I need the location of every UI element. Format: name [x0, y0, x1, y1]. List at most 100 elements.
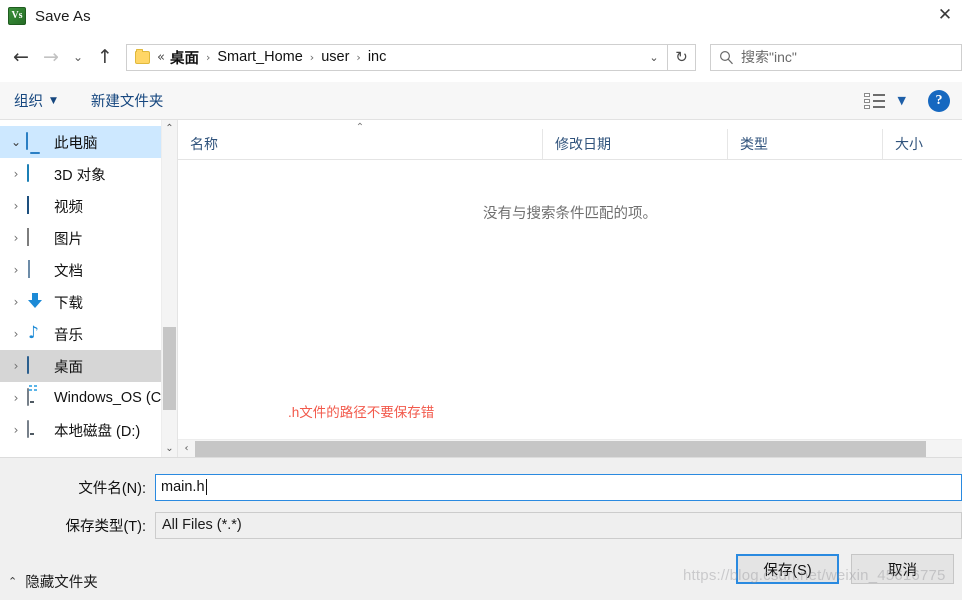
savetype-value: All Files (*.*) [162, 517, 242, 533]
filename-input[interactable]: main.h [155, 473, 962, 501]
organize-button[interactable]: 组织 ▼ [14, 90, 57, 111]
dialog-body: ⌄ 此电脑 › 3D 对象 › 视频 › 图片 › 文档 › 下载 › ♪ 音乐… [0, 120, 962, 457]
scroll-down-icon[interactable]: ⌄ [162, 440, 177, 457]
navigation-bar: ← → ⌄ ↑ « 桌面 › Smart_Home › user › inc ⌄… [0, 32, 962, 82]
breadcrumb-item-3[interactable]: inc [368, 49, 387, 65]
sidebar-item-music[interactable]: › ♪ 音乐 [0, 318, 177, 350]
breadcrumb-overflow-icon[interactable]: « [157, 50, 165, 65]
sidebar-item-label: 文档 [54, 263, 83, 280]
help-icon[interactable]: ? [928, 89, 950, 112]
savetype-select[interactable]: All Files (*.*) [155, 511, 962, 539]
chevron-right-icon[interactable]: › [6, 167, 26, 181]
breadcrumb-item-1[interactable]: Smart_Home [217, 49, 302, 65]
breadcrumb-separator[interactable]: › [206, 51, 210, 64]
address-bar[interactable]: « 桌面 › Smart_Home › user › inc ⌄ [126, 43, 668, 71]
folder-icon [135, 48, 150, 64]
view-dropdown-icon[interactable]: ▼ [898, 94, 906, 107]
file-list-horizontal-scrollbar[interactable]: ‹ [178, 439, 962, 457]
organize-label: 组织 [14, 94, 43, 110]
close-icon[interactable]: ✕ [922, 0, 962, 30]
hide-folders-label: 隐藏文件夹 [25, 574, 98, 591]
search-input[interactable]: 搜索"inc" [710, 43, 962, 71]
chevron-right-icon[interactable]: › [6, 359, 26, 373]
documents-icon [26, 260, 46, 279]
file-list-body[interactable]: 没有与搜索条件匹配的项。 .h文件的路径不要保存错 [178, 160, 962, 439]
search-placeholder: 搜索"inc" [741, 49, 797, 65]
column-header-name[interactable]: ⌃ 名称 [178, 122, 542, 159]
sidebar-item-label: 桌面 [54, 359, 83, 376]
music-icon: ♪ [28, 323, 39, 343]
empty-state-message: 没有与搜索条件匹配的项。 [483, 206, 657, 222]
sidebar-item-windows-os[interactable]: › Windows_OS (C:) [0, 382, 177, 414]
column-header-label: 类型 [740, 136, 768, 152]
sidebar-item-downloads[interactable]: › 下载 [0, 286, 177, 318]
sort-ascending-icon: ⌃ [355, 122, 365, 133]
chevron-right-icon[interactable]: › [6, 231, 26, 245]
chevron-right-icon[interactable]: › [6, 391, 26, 405]
scroll-up-icon[interactable]: ⌃ [162, 120, 177, 137]
chevron-right-icon[interactable]: › [6, 199, 26, 213]
sidebar-item-videos[interactable]: › 视频 [0, 190, 177, 222]
sidebar-scrollbar[interactable]: ⌃ ⌄ [161, 120, 177, 457]
filename-value: main.h [161, 479, 205, 495]
up-button[interactable]: ↑ [90, 41, 120, 73]
breadcrumb-separator[interactable]: › [356, 51, 360, 64]
filename-label: 文件名(N): [78, 480, 146, 497]
videos-icon [26, 196, 46, 215]
computer-icon [26, 132, 46, 151]
sidebar-item-documents[interactable]: › 文档 [0, 254, 177, 286]
column-header-label: 大小 [895, 136, 923, 152]
new-folder-button[interactable]: 新建文件夹 [91, 90, 164, 111]
sidebar-item-label: 视频 [54, 199, 83, 216]
scrollbar-thumb[interactable] [163, 327, 176, 410]
title-bar: Save As ✕ [0, 0, 962, 32]
sidebar-item-label: 下载 [54, 295, 83, 312]
navigation-pane: ⌄ 此电脑 › 3D 对象 › 视频 › 图片 › 文档 › 下载 › ♪ 音乐… [0, 120, 177, 457]
sidebar-item-label: 图片 [54, 231, 83, 248]
sidebar-item-local-disk-d[interactable]: › 本地磁盘 (D:) [0, 414, 177, 446]
toolbar: 组织 ▼ 新建文件夹 ▼ ? [0, 82, 962, 120]
forward-button[interactable]: → [36, 41, 66, 73]
column-header-type[interactable]: 类型 [727, 129, 882, 159]
dialog-title: Save As [35, 7, 91, 25]
breadcrumb-item-0[interactable]: 桌面 [170, 47, 199, 68]
chevron-down-icon[interactable]: ⌄ [641, 51, 667, 64]
chevron-up-icon: ⌃ [8, 574, 18, 588]
sidebar-item-this-pc[interactable]: ⌄ 此电脑 [0, 126, 177, 158]
sidebar-item-label: 音乐 [54, 327, 83, 344]
save-form: 文件名(N): main.h 保存类型(T): All Files (*.*) … [0, 457, 962, 600]
local-drive-icon [26, 420, 46, 439]
column-header-date-modified[interactable]: 修改日期 [542, 129, 727, 159]
chevron-right-icon[interactable]: › [6, 263, 26, 277]
chevron-right-icon[interactable]: › [6, 423, 26, 437]
save-button[interactable]: 保存(S) [736, 554, 839, 584]
scroll-left-icon[interactable]: ‹ [178, 443, 195, 454]
column-header-label: 名称 [190, 136, 218, 152]
cancel-button[interactable]: 取消 [851, 554, 954, 584]
sidebar-item-3d-objects[interactable]: › 3D 对象 [0, 158, 177, 190]
sidebar-item-pictures[interactable]: › 图片 [0, 222, 177, 254]
text-cursor [205, 479, 207, 495]
chevron-down-icon: ▼ [50, 95, 57, 106]
breadcrumb-item-2[interactable]: user [321, 49, 349, 65]
sidebar-item-desktop[interactable]: › 桌面 [0, 350, 177, 382]
breadcrumb: « 桌面 › Smart_Home › user › inc [157, 47, 641, 68]
hide-folders-toggle[interactable]: ⌃ 隐藏文件夹 [8, 571, 98, 592]
button-row: ⌃ 隐藏文件夹 保存(S) 取消 [0, 548, 962, 600]
view-options-icon[interactable] [863, 92, 886, 109]
back-button[interactable]: ← [6, 41, 36, 73]
windows-drive-icon [26, 388, 46, 407]
search-icon [711, 50, 741, 65]
refresh-icon[interactable]: ↻ [668, 43, 696, 71]
recent-locations-button[interactable]: ⌄ [66, 41, 90, 73]
filename-row: 文件名(N): main.h [0, 472, 962, 502]
breadcrumb-separator[interactable]: › [310, 51, 314, 64]
chevron-right-icon[interactable]: › [6, 327, 26, 341]
scrollbar-thumb[interactable] [195, 440, 926, 457]
column-header-label: 修改日期 [555, 136, 611, 152]
sidebar-item-label: 此电脑 [54, 135, 98, 152]
sidebar-item-label: 3D 对象 [54, 167, 106, 184]
column-header-size[interactable]: 大小 [882, 129, 962, 159]
chevron-right-icon[interactable]: › [6, 295, 26, 309]
chevron-down-icon[interactable]: ⌄ [6, 135, 26, 149]
